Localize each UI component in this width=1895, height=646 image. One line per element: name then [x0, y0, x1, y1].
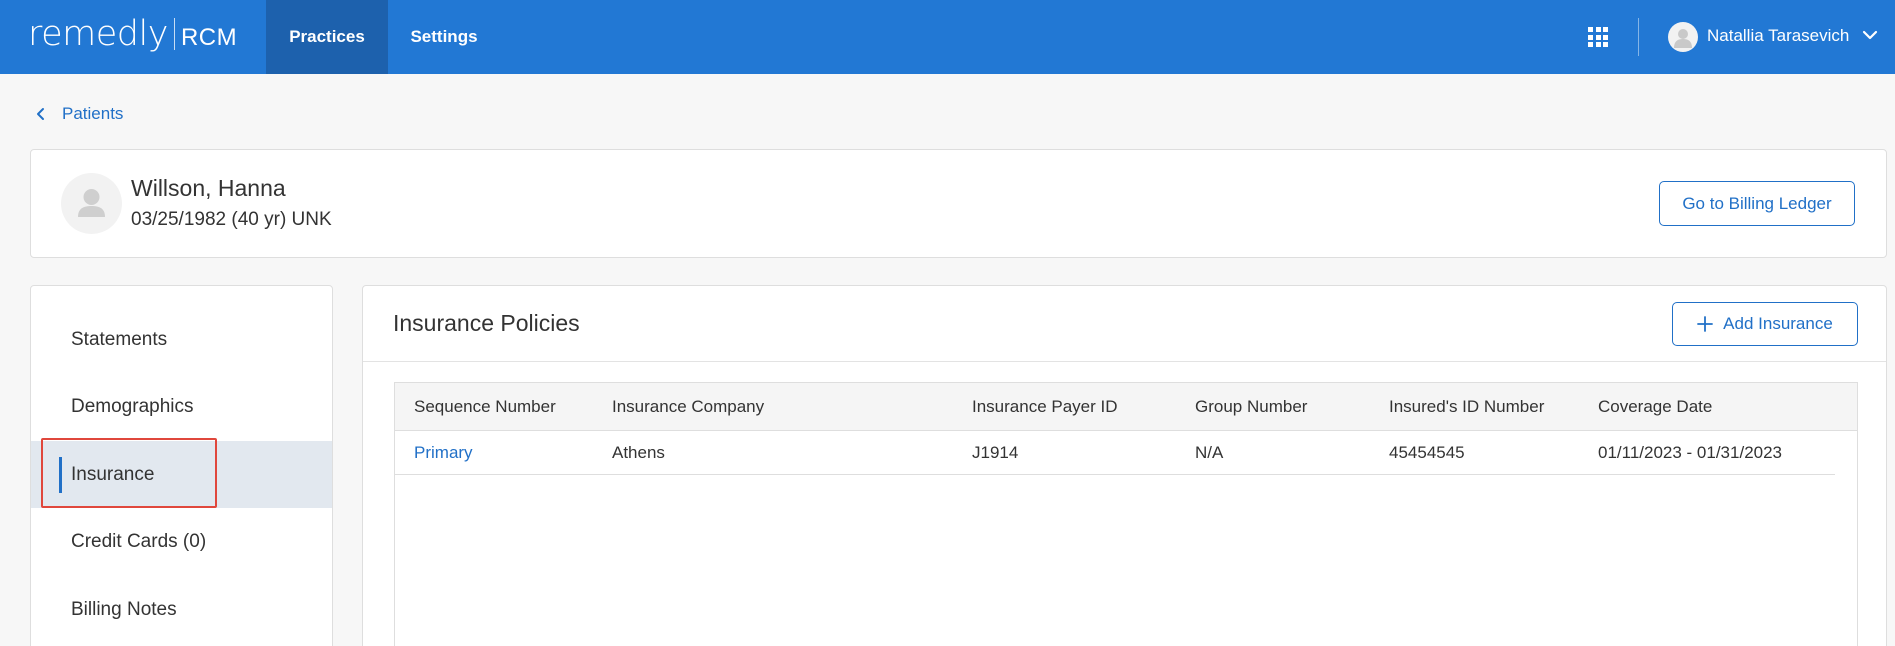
menu-item-label: Demographics [71, 395, 194, 417]
apps-grid-icon[interactable] [1588, 27, 1608, 47]
group-number-cell: N/A [1195, 443, 1224, 462]
patient-avatar [61, 173, 122, 234]
add-insurance-label: Add Insurance [1723, 314, 1833, 333]
column-header-coverage-date[interactable]: Coverage Date [1598, 397, 1712, 417]
column-header-insured-id[interactable]: Insured's ID Number [1389, 397, 1544, 417]
menu-item-credit-cards[interactable]: Credit Cards (0) [31, 508, 332, 575]
active-indicator [59, 457, 62, 493]
nav-divider [1638, 18, 1639, 56]
patient-details: 03/25/1982 (40 yr) UNK [131, 209, 332, 230]
sequence-number-link[interactable]: Primary [414, 443, 473, 463]
table-header: Sequence Number Insurance Company Insura… [395, 383, 1857, 431]
nav-tab-settings[interactable]: Settings [388, 0, 500, 74]
menu-item-label: Billing Notes [71, 598, 177, 620]
insurance-policies-panel: Insurance Policies Add Insurance Sequenc… [362, 285, 1887, 646]
menu-item-statements[interactable]: Statements [31, 306, 332, 373]
logo-wordmark: remedly [28, 14, 168, 54]
nav-tab-practices[interactable]: Practices [266, 0, 388, 74]
logo-product: RCM [180, 24, 238, 51]
table-row[interactable]: Primary Athens J1914 N/A 45454545 01/11/… [395, 431, 1835, 475]
column-header-payer-id[interactable]: Insurance Payer ID [972, 397, 1118, 417]
coverage-date-cell: 01/11/2023 - 01/31/2023 [1598, 443, 1783, 462]
menu-item-label: Statements [71, 328, 168, 350]
insurance-company-cell: Athens [612, 443, 665, 462]
patient-header-card: Willson, Hanna 03/25/1982 (40 yr) UNK Go… [30, 149, 1887, 258]
breadcrumb-patients-link[interactable]: Patients [62, 104, 123, 124]
chevron-down-icon[interactable] [1862, 29, 1878, 41]
user-silhouette-icon [1674, 29, 1692, 48]
menu-item-billing-notes[interactable]: Billing Notes [31, 576, 332, 643]
menu-item-demographics[interactable]: Demographics [31, 373, 332, 440]
payer-id-cell: J1914 [972, 443, 1019, 462]
patient-silhouette-icon [78, 189, 105, 217]
top-nav-bar: remedly RCM Practices Settings Natallia … [0, 0, 1895, 74]
patient-name: Willson, Hanna [131, 175, 286, 201]
menu-item-insurance[interactable]: Insurance [31, 441, 332, 508]
column-header-insurance-company[interactable]: Insurance Company [612, 397, 764, 417]
plus-icon [1697, 316, 1714, 332]
chevron-left-icon [37, 108, 44, 120]
insurance-table: Sequence Number Insurance Company Insura… [394, 382, 1858, 646]
go-to-billing-ledger-button[interactable]: Go to Billing Ledger [1659, 181, 1855, 226]
user-name[interactable]: Natallia Tarasevich [1707, 26, 1849, 46]
menu-item-label: Insurance [71, 463, 155, 485]
user-avatar[interactable] [1668, 22, 1698, 52]
insured-id-cell: 45454545 [1389, 443, 1465, 462]
insurance-panel-header: Insurance Policies Add Insurance [363, 286, 1886, 362]
column-header-group-number[interactable]: Group Number [1195, 397, 1307, 417]
breadcrumb[interactable]: Patients [36, 104, 123, 124]
add-insurance-button[interactable]: Add Insurance [1672, 302, 1858, 346]
panel-title: Insurance Policies [393, 310, 580, 336]
patient-side-menu: Statements Demographics Insurance Credit… [30, 285, 333, 646]
menu-item-label: Credit Cards (0) [71, 530, 207, 552]
column-header-sequence-number[interactable]: Sequence Number [414, 397, 556, 417]
remedly-logo[interactable]: remedly RCM [28, 14, 237, 54]
logo-divider [173, 18, 175, 50]
